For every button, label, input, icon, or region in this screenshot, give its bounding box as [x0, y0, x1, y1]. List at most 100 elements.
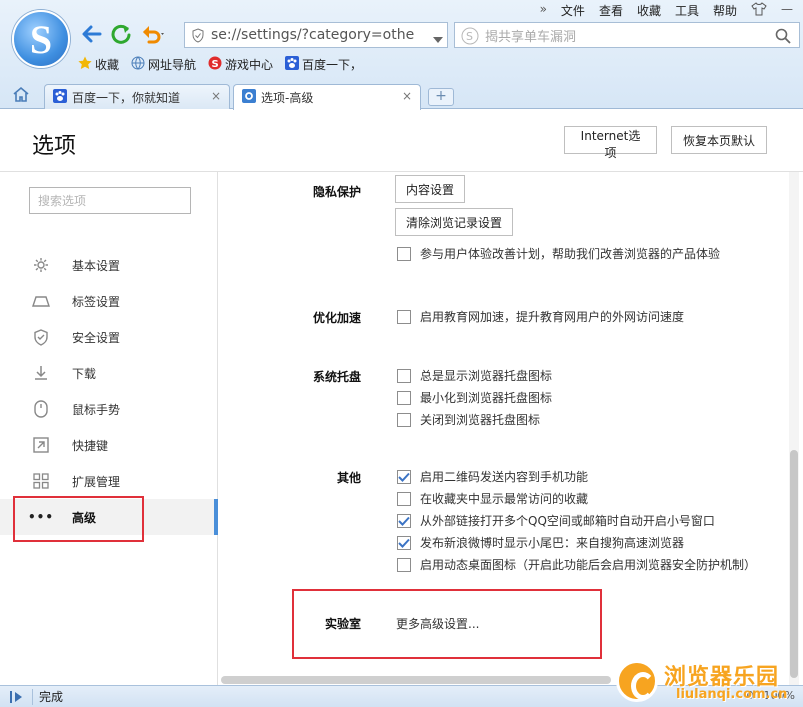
checkbox[interactable]: [397, 491, 411, 506]
checkbox[interactable]: [397, 246, 411, 261]
tab-label: 百度一下，你就知道: [72, 90, 181, 105]
option-experience-program[interactable]: 参与用户体验改善计划，帮助我们改善浏览器的产品体验: [397, 245, 720, 262]
refresh-icon[interactable]: [108, 22, 134, 46]
skin-shirt-icon[interactable]: [751, 2, 767, 19]
clear-history-settings-button[interactable]: 清除浏览记录设置: [395, 208, 514, 236]
baidu-paw-icon: [285, 56, 300, 73]
sogou-search-icon: S: [461, 27, 479, 49]
fav-item-baidu[interactable]: 百度一下，: [285, 56, 362, 73]
option-edu-acceleration[interactable]: 启用教育网加速，提升教育网用户的外网访问速度: [397, 308, 684, 325]
section-label-privacy: 隐私保护: [312, 185, 361, 199]
fav-item-favorites[interactable]: 收藏: [78, 56, 119, 73]
checkbox-checked[interactable]: [397, 535, 411, 550]
globe-icon: [131, 56, 145, 73]
tab-settings[interactable]: 选项-高级 ×: [233, 84, 421, 110]
extension-icon: [32, 472, 50, 490]
scrollbar-thumb[interactable]: [790, 450, 798, 678]
watermark-logo: 浏览器乐园 liulanqi.com.cn: [612, 656, 802, 706]
menu-item-help[interactable]: 帮助: [713, 2, 737, 19]
sidebar-toggle-icon[interactable]: [8, 689, 26, 705]
checkbox[interactable]: [397, 309, 411, 324]
option-tray-always[interactable]: 总是显示浏览器托盘图标: [397, 367, 552, 384]
sidebar-item-extensions[interactable]: 扩展管理: [0, 463, 218, 499]
gear-icon: [32, 256, 50, 274]
checkbox-checked[interactable]: [397, 469, 411, 484]
fav-item-nav[interactable]: 网址导航: [131, 56, 196, 73]
option-other-5[interactable]: 启用动态桌面图标（开启此功能后会启用浏览器安全防护机制）: [397, 556, 756, 573]
svg-text:S: S: [466, 30, 473, 43]
section-label-speed: 优化加速: [312, 311, 361, 325]
sidebar-search-input[interactable]: [29, 187, 191, 214]
close-tab-icon[interactable]: ×: [211, 89, 221, 103]
checkbox[interactable]: [397, 412, 411, 427]
checkbox[interactable]: [397, 368, 411, 383]
menu-more-icon[interactable]: »: [540, 2, 547, 19]
address-text[interactable]: se://settings/?category=othe: [211, 27, 414, 43]
fav-item-games[interactable]: S 游戏中心: [208, 56, 273, 73]
tab-label: 选项-高级: [261, 91, 314, 105]
minimize-icon[interactable]: —: [781, 2, 793, 19]
section-label-other: 其他: [336, 471, 361, 485]
checkbox[interactable]: [397, 557, 411, 572]
checkbox-checked[interactable]: [397, 513, 411, 528]
watermark-url: liulanqi.com.cn: [676, 687, 788, 702]
browser-chrome: S » 文件 查看 收藏 工具 帮助 — se://settings/?cate…: [0, 0, 803, 110]
sidebar-item-download[interactable]: 下载: [0, 355, 218, 391]
svg-text:S: S: [212, 59, 219, 70]
secure-shield-icon: [191, 28, 205, 47]
option-other-1[interactable]: 启用二维码发送内容到手机功能: [397, 468, 588, 485]
shortcut-icon: [32, 436, 50, 454]
back-button[interactable]: [78, 22, 104, 46]
game-icon: S: [208, 56, 222, 73]
star-icon: [78, 56, 92, 73]
option-other-4[interactable]: 发布新浪微博时显示小尾巴：来自搜狗高速浏览器: [397, 534, 684, 551]
search-icon[interactable]: [775, 28, 791, 48]
settings-content: 隐私保护 内容设置 清除浏览记录设置 参与用户体验改善计划，帮助我们改善浏览器的…: [219, 172, 789, 685]
status-divider: [32, 688, 33, 705]
content-settings-button[interactable]: 内容设置: [395, 175, 466, 203]
shield-icon: [32, 328, 50, 346]
tab-baidu[interactable]: 百度一下，你就知道 ×: [44, 84, 230, 109]
vertical-scrollbar[interactable]: [789, 172, 799, 685]
sidebar-item-security[interactable]: 安全设置: [0, 319, 218, 355]
highlight-box-advanced: [13, 496, 144, 542]
checkbox[interactable]: [397, 390, 411, 405]
sidebar: 基本设置 标签设置 安全设置 下载 鼠标手势 快捷键 扩展管理 ••• 高级: [0, 172, 218, 685]
search-placeholder[interactable]: 揭共享单车漏洞: [485, 26, 576, 45]
search-box[interactable]: S 揭共享单车漏洞: [454, 22, 800, 48]
section-label-tray: 系统托盘: [312, 370, 361, 384]
download-icon: [32, 364, 50, 382]
option-other-3[interactable]: 从外部链接打开多个QQ空间或邮箱时自动开启小号窗口: [397, 512, 715, 529]
page-title: 选项: [32, 134, 77, 159]
address-dropdown-icon[interactable]: [433, 31, 443, 47]
menu-item-view[interactable]: 查看: [599, 2, 623, 19]
undo-close-tab-icon[interactable]: [140, 22, 166, 46]
sidebar-item-mouse-gesture[interactable]: 鼠标手势: [0, 391, 218, 427]
browser-logo-icon[interactable]: S: [12, 10, 70, 68]
status-text: 完成: [39, 690, 64, 704]
favorites-bar: 收藏 网址导航 S 游戏中心 百度一下，: [78, 56, 362, 73]
menu-item-favorites[interactable]: 收藏: [637, 2, 661, 19]
mouse-icon: [32, 400, 50, 418]
new-tab-button[interactable]: +: [428, 88, 454, 106]
address-bar[interactable]: se://settings/?category=othe: [184, 22, 448, 48]
baidu-paw-icon: [53, 88, 67, 106]
option-other-2[interactable]: 在收藏夹中显示最常访问的收藏: [397, 490, 588, 507]
internet-options-button[interactable]: Internet选项: [564, 126, 657, 160]
gear-icon: [242, 89, 256, 106]
reset-defaults-button[interactable]: 恢复本页默认: [671, 126, 767, 154]
option-tray-close[interactable]: 关闭到浏览器托盘图标: [397, 411, 540, 428]
sidebar-item-tabs[interactable]: 标签设置: [0, 283, 218, 319]
close-tab-icon[interactable]: ×: [402, 89, 412, 103]
sidebar-item-basic[interactable]: 基本设置: [0, 247, 218, 283]
menu-item-file[interactable]: 文件: [561, 2, 585, 19]
sidebar-item-shortcuts[interactable]: 快捷键: [0, 427, 218, 463]
horizontal-scrollbar[interactable]: [221, 676, 611, 684]
home-icon[interactable]: [12, 86, 30, 106]
menu-item-tools[interactable]: 工具: [675, 2, 699, 19]
option-tray-minimize[interactable]: 最小化到浏览器托盘图标: [397, 389, 552, 406]
menu-bar: » 文件 查看 收藏 工具 帮助 —: [540, 2, 793, 19]
watermark-logo-icon: [616, 660, 658, 702]
highlight-box-lab: [292, 589, 602, 659]
tab-icon: [32, 292, 50, 310]
